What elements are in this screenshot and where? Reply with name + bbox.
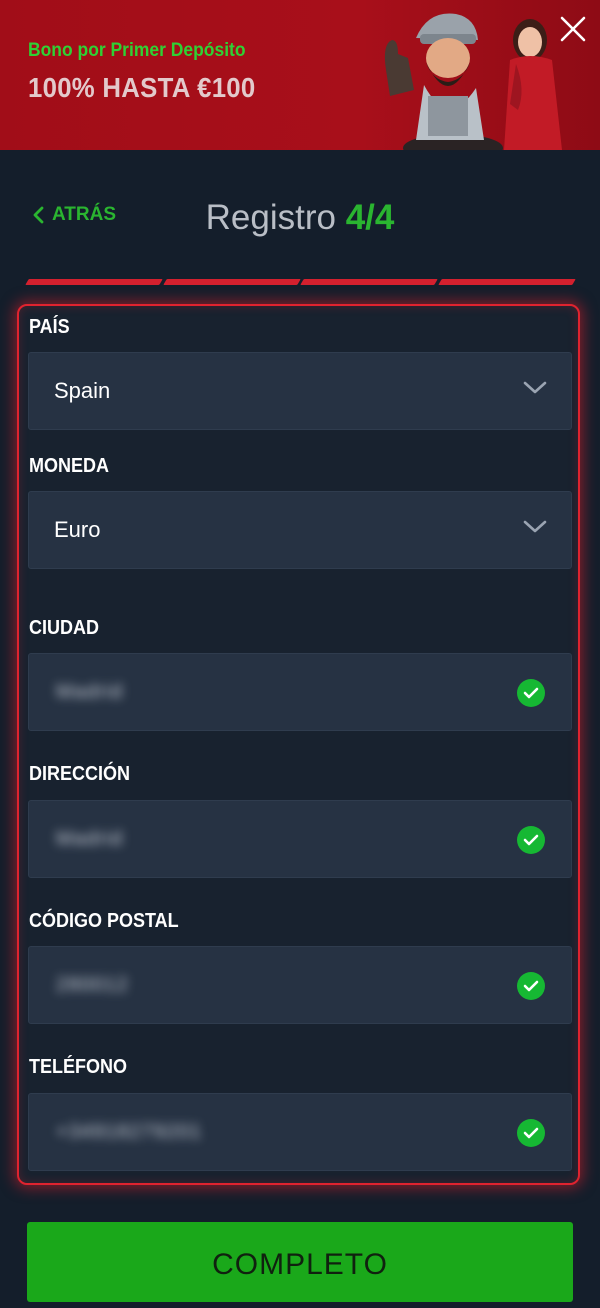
progress-step-3 [300, 279, 438, 285]
postal-code-label: CÓDIGO POSTAL [29, 910, 179, 932]
currency-label: MONEDA [29, 455, 110, 477]
country-label: PAÍS [29, 316, 70, 338]
city-value: Madrid [56, 680, 124, 703]
page-title: Registro 4/4 [0, 198, 600, 238]
registration-form-panel [17, 304, 580, 1185]
banner-offer: 100% HASTA €100 [28, 72, 256, 103]
country-value: Spain [54, 378, 111, 403]
page-title-text: Registro [205, 198, 336, 237]
chevron-down-icon [523, 520, 547, 533]
step-indicator: 4/4 [345, 198, 395, 237]
progress-step-4 [437, 279, 575, 285]
check-circle-icon [517, 1119, 545, 1147]
banner-title: Bono por Primer Depósito [28, 40, 246, 61]
postal-code-value: 280012 [56, 973, 129, 996]
phone-value: +34918279201 [56, 1120, 203, 1143]
chevron-down-icon [523, 381, 547, 394]
country-select[interactable]: Spain [28, 352, 572, 430]
check-circle-icon [517, 826, 545, 854]
promo-characters-illustration [384, 13, 562, 150]
currency-value: Euro [54, 517, 101, 542]
progress-step-2 [162, 279, 300, 285]
address-value: Madrid [56, 827, 124, 850]
currency-select[interactable]: Euro [28, 491, 572, 569]
address-label: DIRECCIÓN [29, 763, 131, 785]
promo-banner[interactable]: Bono por Primer Depósito 100% HASTA €100 [0, 0, 600, 150]
phone-label: TELÉFONO [29, 1056, 128, 1078]
registration-progress [25, 279, 575, 285]
phone-input[interactable]: +34918279201 [28, 1093, 572, 1171]
complete-button[interactable]: COMPLETO [27, 1222, 573, 1302]
address-input[interactable]: Madrid [28, 800, 572, 878]
postal-code-input[interactable]: 280012 [28, 946, 572, 1024]
close-icon[interactable] [558, 14, 588, 44]
check-circle-icon [517, 972, 545, 1000]
check-circle-icon [517, 679, 545, 707]
progress-step-1 [25, 279, 163, 285]
city-label: CIUDAD [29, 617, 100, 639]
city-input[interactable]: Madrid [28, 653, 572, 731]
